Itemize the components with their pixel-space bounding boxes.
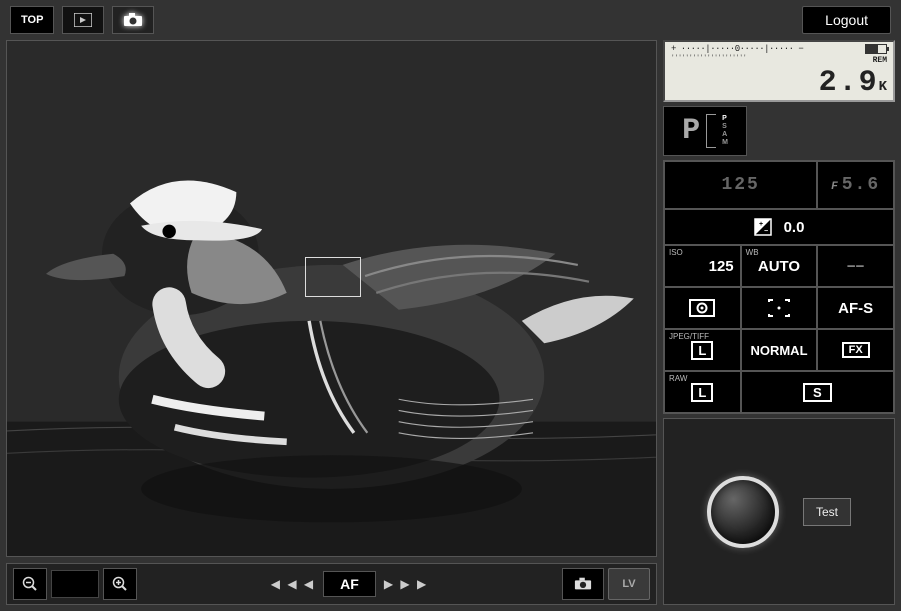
live-image-placeholder — [7, 41, 656, 556]
zoom-out-icon — [22, 576, 38, 592]
exposure-mode-box[interactable]: P P S A M — [663, 106, 747, 156]
viewport-toolbar: ◀ ◀ ◀ AF ▶ ▶ ▶ LV — [6, 563, 657, 605]
focus-right-arrows[interactable]: ▶ ▶ ▶ — [384, 577, 428, 591]
settings-grid: 125 F5.6 + − 0.0 ISO 125 — [663, 160, 895, 414]
image-size-value: L — [691, 341, 713, 360]
metering-matrix-icon — [688, 297, 716, 319]
svg-text:+: + — [759, 221, 763, 228]
ev-comp-cell[interactable]: + − 0.0 — [664, 209, 894, 245]
ev-comp-value: 0.0 — [784, 219, 805, 236]
raw-size-cell[interactable]: RAW L — [664, 371, 741, 413]
shutter-release-button[interactable] — [707, 476, 779, 548]
camera-small-icon — [574, 577, 592, 591]
image-size-cell[interactable]: JPEG/TIFF L — [664, 329, 741, 371]
ev-ticks: ''''''''''''''''''''' — [671, 54, 803, 61]
af-mode-value: AF-S — [838, 300, 873, 317]
quality-cell[interactable]: NORMAL — [741, 329, 818, 371]
release-mode-cell[interactable]: S — [741, 371, 894, 413]
lv-toggle-button[interactable]: LV — [608, 568, 650, 600]
camera-tab-button[interactable] — [112, 6, 154, 34]
wb-cell[interactable]: WB AUTO — [741, 245, 818, 287]
top-toolbar: TOP Logout — [0, 0, 901, 40]
test-button[interactable]: Test — [803, 498, 851, 526]
top-link-label: TOP — [21, 14, 43, 26]
af-focus-group: ◀ ◀ ◀ AF ▶ ▶ ▶ — [141, 571, 558, 597]
shutter-speed-cell[interactable]: 125 — [664, 161, 817, 209]
playback-icon — [74, 13, 92, 27]
flash-comp-value: −− — [847, 258, 865, 275]
mode-list: P S A M — [722, 115, 728, 147]
iso-cell[interactable]: ISO 125 — [664, 245, 741, 287]
live-view-viewport[interactable] — [6, 40, 657, 557]
crop-cell[interactable]: FX — [817, 329, 894, 371]
svg-text:−: − — [764, 228, 768, 235]
ev-scale-group: + ·····|·····0·····|····· − ''''''''''''… — [671, 44, 803, 61]
test-label: Test — [816, 505, 838, 519]
right-column: + ·····|·····0·····|····· − ''''''''''''… — [663, 40, 895, 605]
iso-value: 125 — [709, 258, 734, 275]
logout-label: Logout — [825, 12, 868, 28]
lcd-status-panel: + ·····|·····0·····|····· − ''''''''''''… — [663, 40, 895, 102]
aperture-cell[interactable]: F5.6 — [817, 161, 894, 209]
main-row: ◀ ◀ ◀ AF ▶ ▶ ▶ LV — [0, 40, 901, 611]
af-mode-cell[interactable]: AF-S — [817, 287, 894, 329]
zoom-in-button[interactable] — [103, 568, 137, 600]
zoom-out-button[interactable] — [13, 568, 47, 600]
af-area-cell[interactable] — [741, 287, 818, 329]
metering-cell[interactable] — [664, 287, 741, 329]
rem-label: REM — [873, 56, 887, 65]
logout-button[interactable]: Logout — [802, 6, 891, 34]
mode-bracket-icon — [706, 114, 716, 148]
ev-comp-icon: + − — [754, 218, 772, 236]
focus-point-rect — [305, 257, 361, 297]
af-button[interactable]: AF — [323, 571, 376, 597]
iso-label: ISO — [669, 248, 683, 257]
focus-left-arrows[interactable]: ◀ ◀ ◀ — [271, 577, 315, 591]
wb-label: WB — [746, 248, 759, 257]
live-view-image — [7, 41, 656, 556]
flash-comp-cell[interactable]: −− — [817, 245, 894, 287]
zoom-in-icon — [112, 576, 128, 592]
left-column: ◀ ◀ ◀ AF ▶ ▶ ▶ LV — [6, 40, 657, 605]
zoom-level-bar — [51, 570, 99, 598]
raw-label: RAW — [669, 374, 687, 383]
remaining-number: 2.9 — [819, 66, 879, 100]
shutter-zone: Test — [663, 418, 895, 605]
top-link-button[interactable]: TOP — [10, 6, 54, 34]
ev-scale: + ·····|·····0·····|····· − — [671, 44, 803, 54]
playback-tab-button[interactable] — [62, 6, 104, 34]
image-format-label: JPEG/TIFF — [669, 332, 709, 341]
af-area-icon — [765, 297, 793, 319]
af-label: AF — [340, 576, 359, 592]
release-mode-value: S — [803, 383, 832, 402]
lcd-right-group: REM — [865, 44, 887, 65]
capture-button[interactable] — [562, 568, 604, 600]
battery-icon — [865, 44, 887, 54]
shutter-speed-value: 125 — [721, 175, 759, 195]
aperture-value: F5.6 — [831, 175, 880, 195]
raw-size-value: L — [691, 383, 713, 402]
wb-value: AUTO — [758, 258, 800, 275]
remaining-unit: K — [879, 79, 887, 95]
camera-icon — [123, 13, 143, 27]
quality-value: NORMAL — [750, 343, 807, 358]
lv-label: LV — [622, 578, 635, 590]
remaining-count: 2.9 K — [819, 66, 887, 100]
crop-value: FX — [842, 342, 870, 358]
mode-current: P — [682, 114, 700, 148]
